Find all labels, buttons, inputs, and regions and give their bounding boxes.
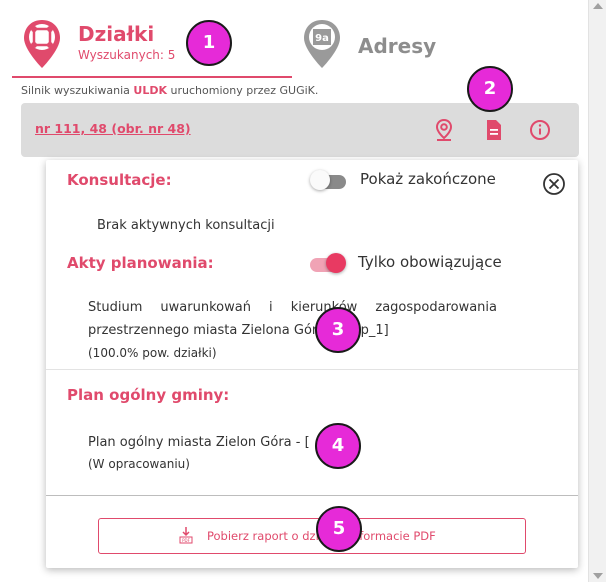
map-pin-icon[interactable] [431, 117, 457, 143]
study-title-line1: Studium uwarunkowań i kierunków zagospod… [88, 300, 497, 315]
download-pdf-button[interactable]: PDF Pobierz raport o działce w formacie … [98, 518, 526, 554]
toggle-knob [310, 170, 330, 190]
engine-name: ULDK [133, 84, 168, 97]
consultations-title: Konsultacje: [67, 171, 172, 189]
general-plan-name: Plan ogólny miasta Zielon Góra - [ [88, 435, 310, 450]
section-divider [46, 369, 578, 370]
parcel-details-card: Konsultacje: Pokaż zakończone Brak aktyw… [46, 160, 578, 568]
annotation-badge-4: 4 [315, 423, 361, 469]
parcel-pin-icon [22, 18, 62, 70]
tab-adresy-label: Adresy [358, 34, 437, 58]
scrollbar[interactable] [588, 0, 606, 582]
engine-note: Silnik wyszukiwania ULDK uruchomiony prz… [21, 84, 319, 97]
svg-text:PDF: PDF [182, 538, 190, 543]
tab-dzialki-label: Działki [78, 22, 155, 46]
annotation-badge-3: 3 [315, 307, 361, 353]
info-icon[interactable] [527, 117, 553, 143]
annotation-badge-2: 2 [467, 66, 513, 112]
scroll-up-icon[interactable] [593, 3, 603, 9]
general-plan-title: Plan ogólny gminy: [67, 386, 230, 404]
annotation-badge-5: 5 [316, 506, 362, 552]
document-icon[interactable] [480, 117, 506, 143]
tab-dzialki-count: Wyszukanych: 5 [78, 48, 176, 62]
tab-adresy[interactable]: 9a Adresy [300, 0, 570, 76]
only-valid-label: Tylko obowiązujące [358, 253, 502, 271]
toggle-knob [326, 253, 346, 273]
planning-acts-title: Akty planowania: [67, 254, 214, 272]
tab-dzialki[interactable]: Działki Wyszukanych: 5 [12, 0, 292, 78]
show-finished-label: Pokaż zakończone [360, 170, 496, 188]
scroll-down-icon[interactable] [593, 573, 603, 579]
parcel-link[interactable]: nr 111, 48 (obr. nr 48) [35, 121, 191, 136]
no-consultations-text: Brak aktywnych konsultacji [97, 218, 275, 233]
close-icon[interactable] [542, 172, 566, 196]
address-pin-icon: 9a [302, 18, 342, 70]
svg-text:9a: 9a [315, 33, 329, 44]
annotation-badge-1: 1 [186, 20, 232, 66]
section-divider [46, 495, 578, 496]
pdf-download-icon: PDF [177, 526, 195, 544]
general-plan-status: (W opracowaniu) [88, 457, 190, 471]
study-coverage: (100.0% pow. działki) [88, 346, 217, 360]
